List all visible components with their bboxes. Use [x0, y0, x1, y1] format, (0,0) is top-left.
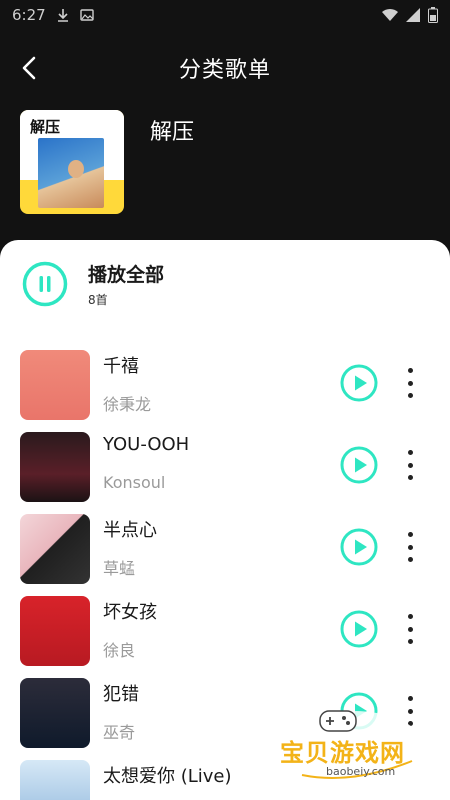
photo-icon	[79, 9, 94, 21]
playlist-name: 解压	[150, 120, 195, 145]
battery-icon	[428, 7, 438, 23]
playlist-header: 解压 解压	[20, 110, 194, 214]
song-artist: Konsoul	[103, 473, 166, 492]
song-title: 千禧	[103, 356, 139, 377]
back-arrow-icon[interactable]	[16, 54, 44, 82]
song-artist: 巫奇	[103, 723, 136, 742]
song-artist: 徐秉龙	[103, 395, 152, 414]
album-thumbnail	[20, 514, 90, 584]
play-all-row[interactable]: 播放全部 8首	[22, 260, 164, 308]
play-icon[interactable]	[340, 446, 378, 484]
more-options-icon[interactable]	[398, 450, 422, 480]
play-icon[interactable]	[340, 610, 378, 648]
song-title: 太想爱你 (Live)	[103, 766, 232, 787]
song-title: 半点心	[103, 520, 157, 541]
album-thumbnail	[20, 678, 90, 748]
play-all-pause-icon[interactable]	[22, 261, 68, 307]
song-item[interactable]: 坏女孩 徐良	[20, 594, 430, 676]
song-item[interactable]: 半点心 草蜢	[20, 512, 430, 594]
more-options-icon[interactable]	[398, 368, 422, 398]
top-nav: 分类歌单	[0, 40, 450, 96]
cover-title: 解压	[30, 118, 61, 136]
play-all-label: 播放全部	[88, 264, 165, 286]
play-icon[interactable]	[340, 528, 378, 566]
album-thumbnail	[20, 432, 90, 502]
wifi-icon	[382, 8, 398, 21]
page-title: 分类歌单	[178, 58, 271, 83]
song-title: YOU-OOH	[103, 434, 190, 455]
song-count: 8首	[88, 293, 108, 307]
song-title: 坏女孩	[103, 602, 157, 623]
download-icon	[57, 9, 68, 22]
watermark-url: baobeiy.com	[326, 765, 396, 778]
song-item[interactable]: 千禧 徐秉龙	[20, 348, 430, 430]
album-thumbnail	[20, 350, 90, 420]
song-item[interactable]: YOU-OOH Konsoul	[20, 430, 430, 512]
song-artist: 徐良	[103, 641, 136, 660]
watermark-text: 宝贝游戏网	[280, 739, 405, 767]
status-time: 6:27	[12, 6, 46, 24]
watermark-logo: 宝贝游戏网 baobeiy.com	[278, 705, 428, 785]
status-bar: 6:27	[0, 0, 450, 30]
signal-icon	[406, 8, 420, 22]
song-title: 犯错	[103, 684, 139, 705]
more-options-icon[interactable]	[398, 614, 422, 644]
song-artist: 草蜢	[103, 559, 136, 578]
cover-art	[38, 138, 104, 208]
album-thumbnail	[20, 596, 90, 666]
playlist-cover: 解压	[20, 110, 124, 214]
more-options-icon[interactable]	[398, 532, 422, 562]
play-icon[interactable]	[340, 364, 378, 402]
album-thumbnail	[20, 760, 90, 800]
